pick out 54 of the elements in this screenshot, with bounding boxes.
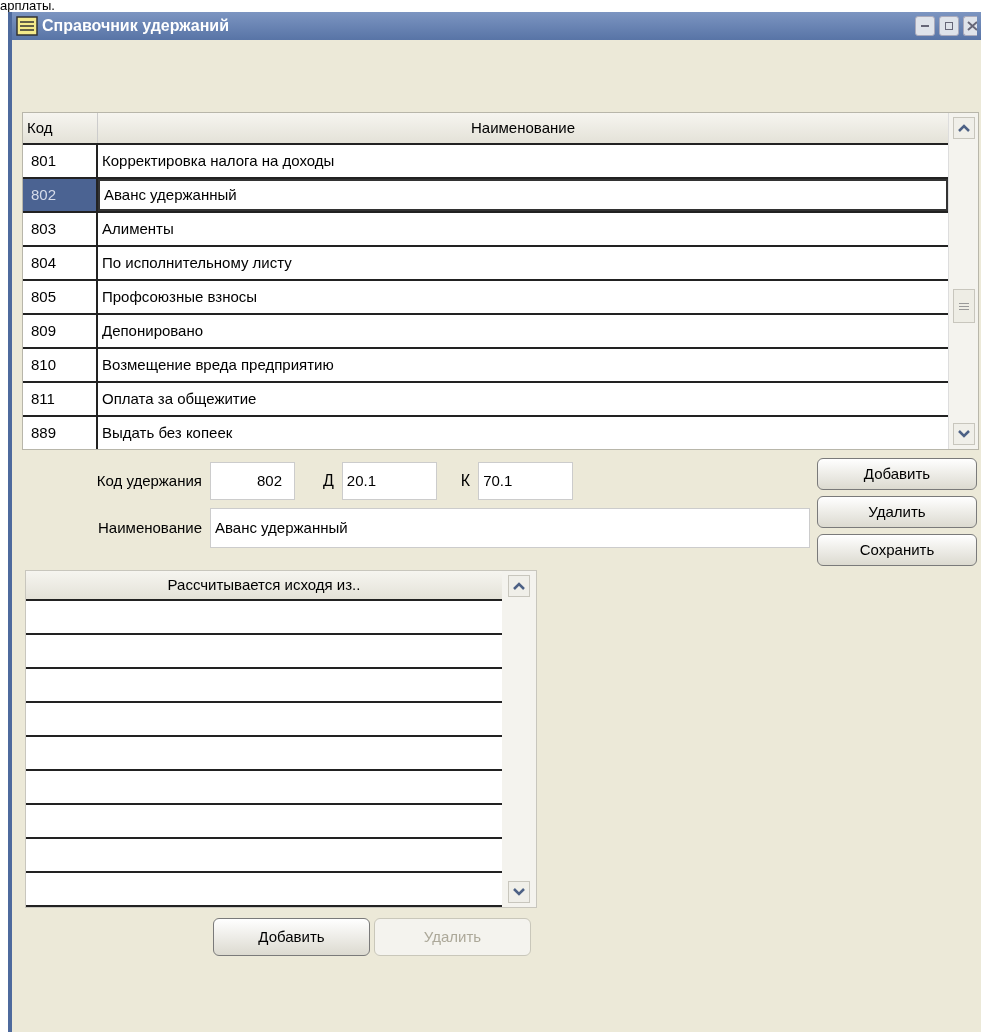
- table-cell: 889: [23, 417, 98, 449]
- scroll-down-icon[interactable]: [508, 881, 530, 903]
- field-label: К: [460, 471, 471, 491]
- table-row[interactable]: 802 Аванс удержанный: [23, 177, 948, 211]
- table-cell: 803: [23, 213, 98, 245]
- scroll-up-icon[interactable]: [508, 575, 530, 597]
- notebook-icon: [16, 16, 38, 36]
- table-cell-text: Возмещение вреда предприятию: [101, 354, 335, 375]
- credit-field[interactable]: 70.1: [478, 462, 574, 500]
- scrollbar[interactable]: [948, 113, 978, 449]
- window-title: Справочник удержаний: [42, 16, 231, 36]
- column-header[interactable]: Рассчитывается исходя из..: [26, 571, 502, 601]
- table-cell-text: Оплата за общежитие: [101, 388, 258, 409]
- debit-field[interactable]: 20.1: [341, 462, 437, 500]
- name-field[interactable]: Аванс удержанный: [210, 508, 810, 548]
- scrollbar[interactable]: [502, 571, 536, 907]
- field-label: Д: [323, 471, 334, 491]
- code-field[interactable]: 802: [210, 462, 295, 500]
- table-cell: 809: [23, 315, 98, 347]
- field-label: Наименование: [97, 517, 202, 538]
- table-cell-text: Выдать без копеек: [101, 422, 234, 443]
- table-row[interactable]: 804 По исполнительному листу: [23, 245, 948, 279]
- action-button[interactable]: Добавить: [213, 918, 370, 956]
- table-cell-text: Профсоюзные взносы: [101, 286, 259, 307]
- table-cell-text: Депонировано: [101, 320, 205, 341]
- table-row[interactable]: 810 Возмещение вреда предприятию: [23, 347, 948, 381]
- table-row[interactable]: 809 Депонировано: [23, 313, 948, 347]
- column-header[interactable]: Код: [23, 113, 98, 143]
- table-row[interactable]: 803 Алименты: [23, 211, 948, 245]
- table-cell: Аванс удержанный: [98, 179, 948, 211]
- table-cell-text: По исполнительному листу: [101, 252, 293, 273]
- table-row[interactable]: 801 Корректировка налога на доходы: [23, 143, 948, 177]
- table-cell: 810: [23, 349, 98, 381]
- action-button[interactable]: Добавить: [817, 458, 977, 490]
- close-button[interactable]: [963, 16, 977, 36]
- maximize-button[interactable]: [939, 16, 959, 36]
- table-row[interactable]: 811 Оплата за общежитие: [23, 381, 948, 415]
- column-header[interactable]: Наименование: [98, 113, 948, 143]
- minimize-button[interactable]: [915, 16, 935, 36]
- field-label: Код удержания: [95, 470, 202, 491]
- table-cell: 811: [23, 383, 98, 415]
- table-cell: 805: [23, 281, 98, 313]
- scroll-up-icon[interactable]: [952, 117, 975, 139]
- table-cell: 801: [23, 145, 98, 177]
- scroll-down-icon[interactable]: [952, 423, 975, 445]
- table-cell-text: Корректировка налога на доходы: [101, 150, 336, 171]
- action-button[interactable]: Сохранить: [817, 534, 977, 566]
- table-row[interactable]: 805 Профсоюзные взносы: [23, 279, 948, 313]
- action-button[interactable]: Удалить: [817, 496, 977, 528]
- table-row[interactable]: 889 Выдать без копеек: [23, 415, 948, 449]
- table-cell: 804: [23, 247, 98, 279]
- table-cell-text: Алименты: [101, 218, 175, 239]
- table-cell: 802: [23, 179, 98, 211]
- page-caption: арплаты.: [0, 0, 55, 11]
